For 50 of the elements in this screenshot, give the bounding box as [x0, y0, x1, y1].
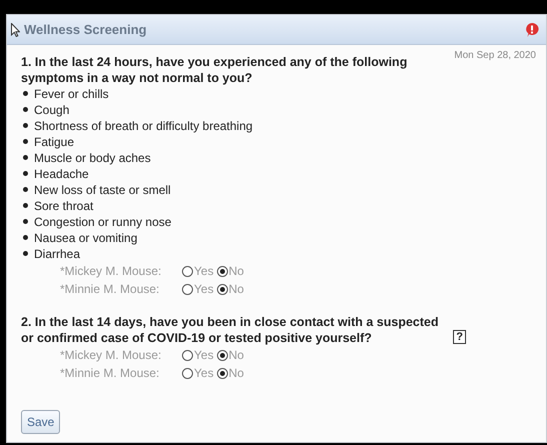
help-button[interactable]: ? [453, 330, 466, 344]
symptom-item: Headache [34, 166, 89, 182]
save-button[interactable]: Save [21, 410, 60, 434]
bullet-icon [23, 138, 28, 144]
option-label: Yes [194, 365, 214, 382]
option-label: No [228, 347, 244, 364]
bullet-icon [23, 154, 28, 160]
bullet-icon [23, 106, 28, 112]
option-label: Yes [194, 263, 214, 280]
radio-button[interactable] [216, 284, 228, 294]
mouse-cursor-icon [11, 22, 20, 36]
symptom-item: Fever or chills [34, 86, 109, 102]
option-label: Yes [194, 281, 214, 298]
symptom-item: Congestion or runny nose [34, 214, 172, 230]
bullet-icon [23, 122, 28, 128]
option-label: No [228, 281, 244, 298]
radio-button[interactable] [216, 350, 228, 360]
question-text: 2. In the last 14 days, have you been in close contact with a suspected or confirmed case of COVID-19 or tested positive yourself? [21, 314, 440, 346]
radio-button[interactable] [182, 284, 193, 294]
bullet-icon [23, 186, 28, 192]
panel-title: Wellness Screening [24, 20, 147, 39]
radio-button[interactable] [216, 368, 228, 378]
bullet-icon [23, 218, 28, 224]
symptom-item: Muscle or body aches [34, 150, 151, 166]
respondent-label: *Minnie M. Mouse: [60, 281, 160, 298]
radio-button[interactable] [182, 368, 193, 378]
symptom-item: Cough [34, 102, 70, 118]
symptom-item: Shortness of breath or difficulty breathing [34, 118, 253, 134]
symptom-item: New loss of taste or smell [34, 182, 171, 198]
respondent-label: *Mickey M. Mouse: [60, 263, 162, 280]
date-label: Mon Sep 28, 2020 [454, 49, 536, 63]
option-label: Yes [194, 347, 214, 364]
option-label: No [228, 263, 244, 280]
question-text: 1. In the last 24 hours, have you experienced any of the following symptoms in a way not normal to you? [21, 55, 408, 85]
option-label: No [228, 365, 244, 382]
respondent-label: *Mickey M. Mouse: [60, 347, 162, 364]
symptom-item: Nausea or vomiting [34, 230, 138, 246]
respondent-label: *Minnie M. Mouse: [60, 365, 160, 382]
alert-icon[interactable] [524, 22, 540, 38]
symptom-item: Diarrhea [34, 246, 80, 262]
radio-button[interactable] [216, 266, 228, 276]
bullet-icon [23, 250, 28, 256]
bullet-icon [23, 234, 28, 240]
bullet-icon [23, 202, 28, 208]
symptom-item: Fatigue [34, 134, 74, 150]
bullet-icon [23, 170, 28, 176]
symptom-item: Sore throat [34, 198, 94, 214]
radio-button[interactable] [182, 266, 193, 276]
bullet-icon [23, 90, 28, 96]
radio-button[interactable] [182, 350, 193, 360]
